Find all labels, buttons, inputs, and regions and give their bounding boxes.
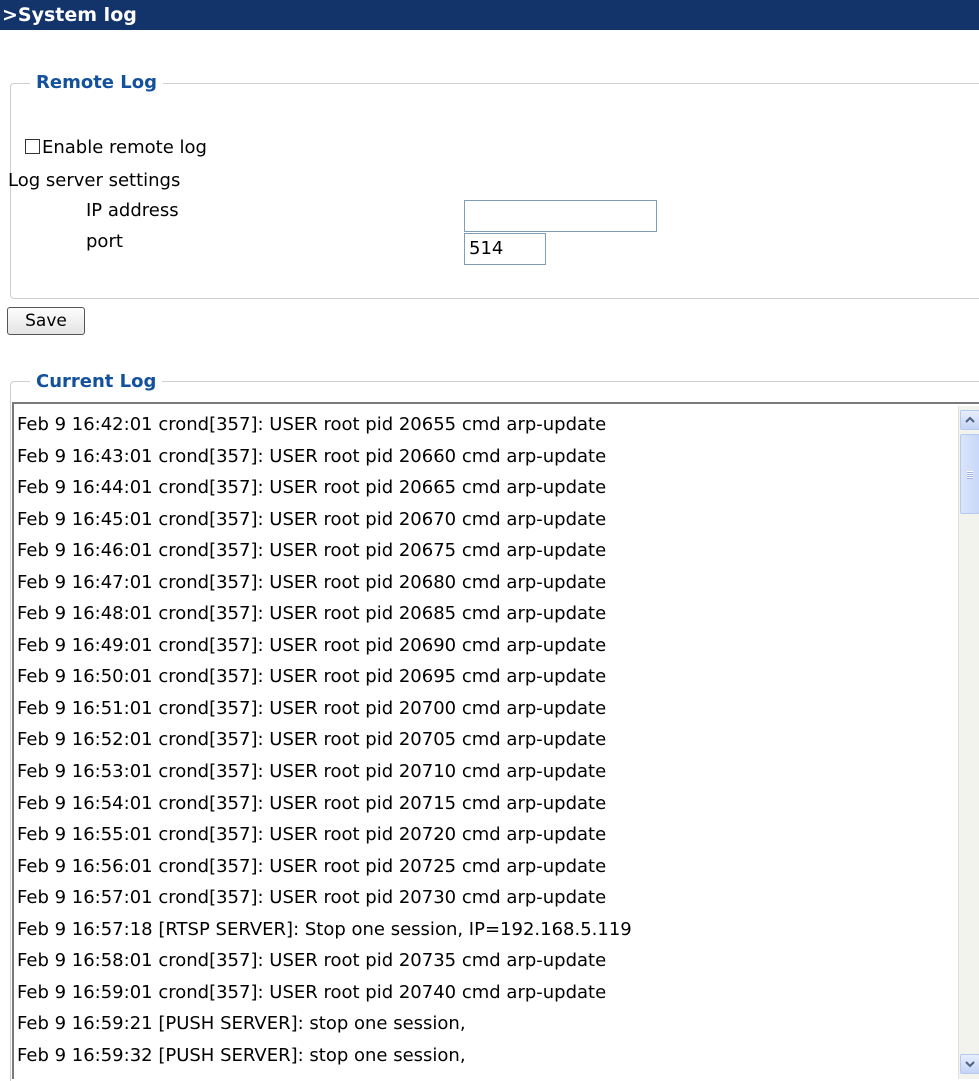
log-line: Feb 9 16:49:01 crond[357]: USER root pid… xyxy=(17,634,607,656)
log-line: Feb 9 16:46:01 crond[357]: USER root pid… xyxy=(17,540,607,562)
log-line: Feb 9 16:44:01 crond[357]: USER root pid… xyxy=(17,477,607,499)
enable-remote-log-label[interactable]: Enable remote log xyxy=(42,137,207,159)
log-line: Feb 9 16:56:01 crond[357]: USER root pid… xyxy=(17,855,607,877)
remote-log-legend: Remote Log xyxy=(30,72,163,94)
page-title: >System log xyxy=(0,0,979,30)
current-log-legend: Current Log xyxy=(30,371,163,393)
enable-remote-log-checkbox[interactable] xyxy=(25,139,40,154)
ip-address-input[interactable] xyxy=(464,200,657,232)
log-line: Feb 9 16:59:01 crond[357]: USER root pid… xyxy=(17,981,607,1003)
current-log-textarea[interactable]: Feb 9 16:42:01 crond[357]: USER root pid… xyxy=(12,402,979,1079)
log-line: Feb 9 16:57:01 crond[357]: USER root pid… xyxy=(17,887,607,909)
save-button[interactable]: Save xyxy=(7,307,85,335)
log-line: Feb 9 16:47:01 crond[357]: USER root pid… xyxy=(17,571,607,593)
log-line: Feb 9 16:45:01 crond[357]: USER root pid… xyxy=(17,508,607,530)
log-line: Feb 9 16:53:01 crond[357]: USER root pid… xyxy=(17,761,607,783)
log-server-settings-label: Log server settings xyxy=(8,170,181,191)
log-line: Feb 9 16:59:21 [PUSH SERVER]: stop one s… xyxy=(17,1013,466,1035)
scroll-up-button[interactable] xyxy=(960,410,979,430)
port-input[interactable]: 514 xyxy=(464,233,546,265)
log-line: Feb 9 16:52:01 crond[357]: USER root pid… xyxy=(17,729,607,751)
log-line: Feb 9 16:50:01 crond[357]: USER root pid… xyxy=(17,666,607,688)
log-line: Feb 9 16:51:01 crond[357]: USER root pid… xyxy=(17,697,607,719)
log-line: Feb 9 16:54:01 crond[357]: USER root pid… xyxy=(17,792,607,814)
scroll-thumb[interactable] xyxy=(960,434,979,514)
ip-address-label: IP address xyxy=(86,200,179,221)
chevron-down-icon xyxy=(965,1061,975,1068)
grip-icon xyxy=(967,471,973,479)
log-scrollbar[interactable] xyxy=(958,406,979,1079)
log-line: Feb 9 16:58:01 crond[357]: USER root pid… xyxy=(17,950,607,972)
log-line: Feb 9 16:55:01 crond[357]: USER root pid… xyxy=(17,824,607,846)
port-label: port xyxy=(86,231,123,252)
log-line: Feb 9 16:48:01 crond[357]: USER root pid… xyxy=(17,603,607,625)
chevron-up-icon xyxy=(965,416,975,423)
scroll-down-button[interactable] xyxy=(960,1054,979,1074)
log-line: Feb 9 16:43:01 crond[357]: USER root pid… xyxy=(17,445,607,467)
log-line: Feb 9 16:42:01 crond[357]: USER root pid… xyxy=(17,414,607,435)
log-line: Feb 9 16:59:32 [PUSH SERVER]: stop one s… xyxy=(17,1044,466,1066)
log-line: Feb 9 16:57:18 [RTSP SERVER]: Stop one s… xyxy=(17,918,632,940)
log-lines: Feb 9 16:42:01 crond[357]: USER root pid… xyxy=(17,409,942,1071)
